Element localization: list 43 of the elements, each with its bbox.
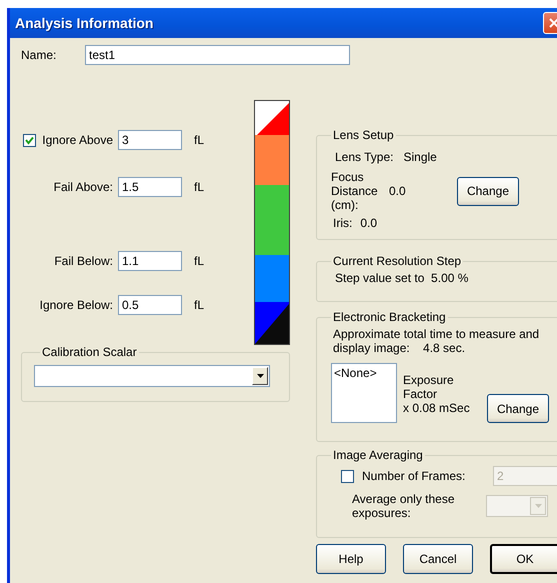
unit-label: fL [194, 254, 204, 268]
dialog-button[interactable]: OK [490, 544, 557, 574]
window-title: Analysis Information [15, 15, 154, 31]
group-title: Lens Setup [332, 128, 395, 142]
dialog-button[interactable]: Help [316, 544, 386, 574]
unit-label: fL [194, 298, 204, 312]
number-field[interactable]: 3 [118, 130, 182, 150]
change-button[interactable]: Change [457, 176, 519, 206]
status-text: Step value set to 5.00 % [335, 271, 470, 285]
unit-label: fL [194, 133, 204, 147]
checkbox[interactable] [341, 470, 354, 482]
caret-icon [534, 504, 542, 508]
group-title: Image Averaging [332, 448, 424, 462]
number-field[interactable]: 0.5 [118, 295, 182, 315]
number-field[interactable]: 1.1 [118, 251, 182, 271]
field-label: Name: [21, 48, 58, 62]
info-text: Approximate total time to measure and display image: 4.8 sec. [333, 327, 540, 355]
field-label: Focus Distance (cm): [331, 170, 379, 212]
field-label: Iris: [333, 216, 352, 230]
checkbox-label: Number of Frames: [362, 469, 466, 483]
checkbox[interactable] [23, 134, 36, 146]
dialog-button[interactable]: Cancel [403, 544, 473, 574]
field-label: Average only these exposures: [352, 492, 456, 520]
value-text: 0.0 [360, 216, 378, 230]
caret-icon [256, 374, 264, 378]
close-icon [548, 17, 557, 29]
dropdown-field[interactable] [34, 365, 270, 387]
lens-type-text: Lens Type: Single [335, 150, 438, 164]
field-label: Exposure Factor x 0.08 mSec [403, 373, 471, 415]
exposure-list[interactable]: <None> [331, 363, 397, 423]
list-item[interactable]: <None> [334, 366, 394, 380]
change-button[interactable]: Change [487, 394, 549, 423]
field-label: Fail Above: [54, 180, 113, 194]
group-title: Current Resolution Step [332, 254, 462, 268]
unit-label: fL [194, 180, 204, 194]
field-label: Ignore Below: [40, 298, 113, 312]
name-field[interactable]: test1 [85, 45, 350, 65]
field-label: Fail Below: [54, 254, 113, 268]
group-title: Electronic Bracketing [332, 310, 447, 324]
group-title: Calibration Scalar [41, 345, 138, 359]
number-field[interactable]: 1.5 [118, 177, 182, 197]
value-text: 0.0 [389, 184, 407, 198]
checkbox-label: Ignore Above [42, 133, 113, 147]
